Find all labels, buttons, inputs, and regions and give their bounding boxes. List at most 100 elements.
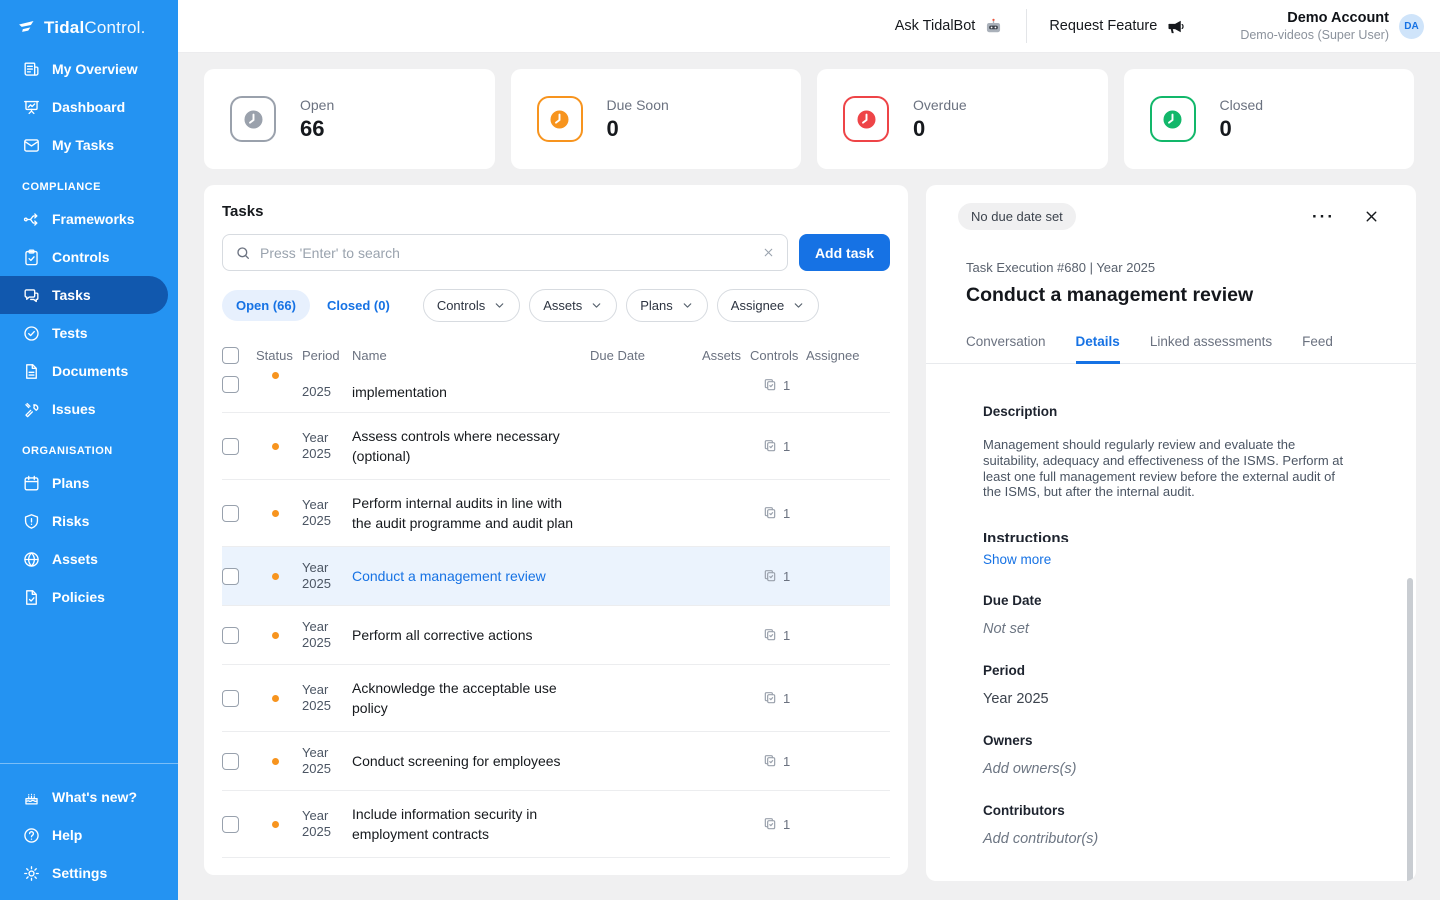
stat-card-closed[interactable]: Closed 0: [1124, 69, 1415, 169]
sidebar-item-documents[interactable]: Documents: [0, 352, 168, 390]
filter-dropdown-controls[interactable]: Controls: [423, 289, 520, 322]
stat-card-open[interactable]: Open 66: [204, 69, 495, 169]
show-more-link[interactable]: Show more: [983, 552, 1354, 567]
tidalcontrol-logo-icon: [16, 17, 37, 38]
tab-linked-assessments[interactable]: Linked assessments: [1150, 334, 1272, 364]
search-box[interactable]: [222, 234, 788, 271]
select-all-checkbox[interactable]: [222, 347, 239, 364]
filters-row: Open (66) Closed (0) Controls Assets: [222, 289, 890, 322]
add-task-button[interactable]: Add task: [799, 234, 890, 271]
row-checkbox[interactable]: [222, 438, 239, 455]
row-name[interactable]: Conduct screening for employees: [352, 751, 590, 771]
stat-value: 66: [300, 116, 334, 142]
more-menu-icon[interactable]: ···: [1312, 207, 1335, 227]
account-info[interactable]: Demo Account Demo-videos (Super User): [1240, 10, 1389, 42]
task-detail-panel: No due date set ··· Task Execution #680 …: [926, 185, 1416, 881]
filter-dropdown-plans[interactable]: Plans: [626, 289, 708, 322]
table-row-assess-controls-where-necessary-optional[interactable]: Year 2025 Assess controls where necessar…: [222, 413, 890, 480]
search-input[interactable]: [260, 245, 753, 261]
row-name[interactable]: Include information security in employme…: [352, 804, 590, 844]
table-row-perform-internal-audits-in-line-with-the-audit-programme-and-audit-plan[interactable]: Year 2025 Perform internal audits in lin…: [222, 480, 890, 547]
table-row-acknowledge-the-acceptable-use-policy[interactable]: Year 2025 Acknowledge the acceptable use…: [222, 665, 890, 732]
row-checkbox[interactable]: [222, 627, 239, 644]
ask-tidalbot-button[interactable]: Ask TidalBot: [895, 16, 1005, 37]
avatar[interactable]: DA: [1399, 14, 1424, 39]
instructions-label: Instructions: [983, 530, 1354, 542]
table-row-conduct-screening-for-employees[interactable]: Year 2025 Conduct screening for employee…: [222, 732, 890, 791]
table-row-perform-all-corrective-actions[interactable]: Year 2025 Perform all corrective actions…: [222, 606, 890, 665]
row-period: Year 2025: [302, 619, 340, 651]
filter-closed[interactable]: Closed (0): [319, 290, 398, 321]
tab-details[interactable]: Details: [1076, 334, 1120, 364]
row-checkbox[interactable]: [222, 816, 239, 833]
stat-value: 0: [913, 116, 967, 142]
sidebar-item-dashboard[interactable]: Dashboard: [0, 88, 168, 126]
brand-name: TidalControl.: [44, 18, 146, 38]
sidebar-item-help[interactable]: Help: [0, 816, 168, 854]
row-name[interactable]: Perform internal audits in line with the…: [352, 493, 590, 533]
sidebar-item-risks[interactable]: Risks: [0, 502, 168, 540]
table-row-include-information-security-in-employment-contracts[interactable]: Year 2025 Include information security i…: [222, 791, 890, 858]
clear-search-icon[interactable]: [762, 246, 775, 259]
field-value[interactable]: Not set: [983, 621, 1354, 637]
detail-scrollbar[interactable]: [1407, 578, 1413, 876]
sidebar-item-controls[interactable]: Controls: [0, 238, 168, 276]
row-period: Year 2025: [302, 682, 340, 714]
close-icon[interactable]: [1363, 208, 1380, 225]
row-checkbox[interactable]: [222, 376, 239, 393]
field-value[interactable]: Add contributor(s): [983, 831, 1354, 847]
sidebar-item-tests[interactable]: Tests: [0, 314, 168, 352]
stat-card-overdue[interactable]: Overdue 0: [817, 69, 1108, 169]
sidebar-item-label: Help: [52, 827, 82, 843]
filter-dropdown-assets[interactable]: Assets: [529, 289, 617, 322]
sidebar-item-tasks[interactable]: Tasks: [0, 276, 168, 314]
filter-dropdown-label: Assets: [543, 298, 582, 313]
stat-card-due-soon[interactable]: Due Soon 0: [511, 69, 802, 169]
status-dot: [272, 372, 279, 379]
task-meta: Task Execution #680 | Year 2025: [966, 260, 1394, 275]
filter-dropdown-label: Controls: [437, 298, 485, 313]
table-row-conduct-a-management-review[interactable]: Year 2025 Conduct a management review 1: [222, 547, 890, 606]
row-checkbox[interactable]: [222, 753, 239, 770]
row-name[interactable]: Acknowledge the acceptable use policy: [352, 678, 590, 718]
sidebar-item-issues[interactable]: Issues: [0, 390, 168, 428]
status-dot: [272, 632, 279, 639]
row-name[interactable]: Perform all corrective actions: [352, 625, 590, 645]
tab-conversation[interactable]: Conversation: [966, 334, 1046, 364]
sidebar-item-my-overview[interactable]: My Overview: [0, 50, 168, 88]
row-checkbox[interactable]: [222, 690, 239, 707]
field-label: Due Date: [983, 593, 1354, 608]
row-checkbox[interactable]: [222, 568, 239, 585]
detail-tabs: Conversation Details Linked assessments …: [926, 334, 1416, 364]
filter-dropdown-assignee[interactable]: Assignee: [717, 289, 819, 322]
controls-count-icon: [762, 816, 778, 832]
tab-feed[interactable]: Feed: [1302, 334, 1333, 364]
row-checkbox[interactable]: [222, 505, 239, 522]
account-name: Demo Account: [1240, 10, 1389, 26]
request-feature-button[interactable]: Request Feature: [1049, 16, 1186, 37]
request-feature-label: Request Feature: [1049, 18, 1157, 34]
sidebar-item-what-s-new[interactable]: What's new?: [0, 778, 168, 816]
sidebar-item-assets[interactable]: Assets: [0, 540, 168, 578]
sidebar-item-my-tasks[interactable]: My Tasks: [0, 126, 168, 164]
sidebar-item-label: Risks: [52, 513, 89, 529]
row-name[interactable]: implementation: [352, 382, 590, 402]
sidebar-item-frameworks[interactable]: Frameworks: [0, 200, 168, 238]
description-label: Description: [983, 404, 1354, 419]
brand-logo[interactable]: TidalControl.: [0, 0, 178, 50]
field-label: Period: [983, 663, 1354, 678]
field-value[interactable]: Add owners(s): [983, 761, 1354, 777]
controls-count-icon: [762, 505, 778, 521]
row-name[interactable]: Assess controls where necessary (optiona…: [352, 426, 590, 466]
sidebar-item-settings[interactable]: Settings: [0, 854, 168, 892]
sidebar-item-label: Policies: [52, 589, 105, 605]
table-row-implementation[interactable]: Year 2025 implementation 1: [222, 372, 890, 413]
row-name[interactable]: Conduct a management review: [352, 566, 590, 586]
sidebar-item-label: My Tasks: [52, 137, 114, 153]
scrollbar-thumb[interactable]: [1407, 578, 1413, 881]
filter-open[interactable]: Open (66): [222, 290, 310, 321]
nav-icon: [22, 826, 41, 845]
sidebar-item-policies[interactable]: Policies: [0, 578, 168, 616]
sidebar-item-plans[interactable]: Plans: [0, 464, 168, 502]
field-value[interactable]: Year 2025: [983, 691, 1354, 707]
